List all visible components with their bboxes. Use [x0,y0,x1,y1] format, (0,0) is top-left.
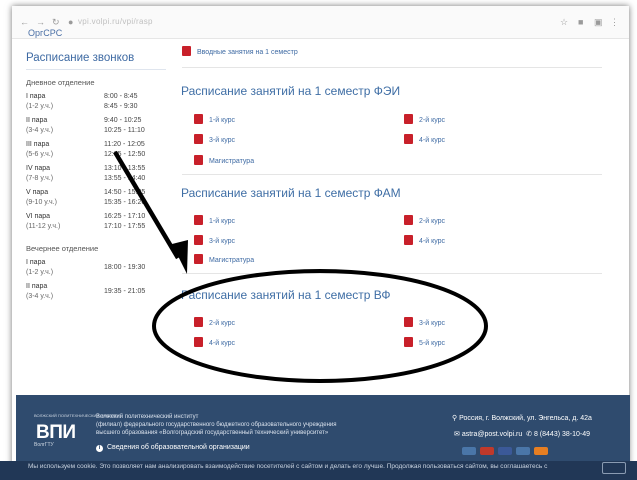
annotation-arrowhead [172,240,188,274]
page: ← → ↻ ● vpi.volpi.ru/vpi/rasp ☆ ■ ▣ ⋮ Ор… [0,0,637,480]
annotation-overlay [113,150,488,383]
annotation-ellipse [152,269,488,383]
annotation-arrow-shaft [113,150,180,260]
